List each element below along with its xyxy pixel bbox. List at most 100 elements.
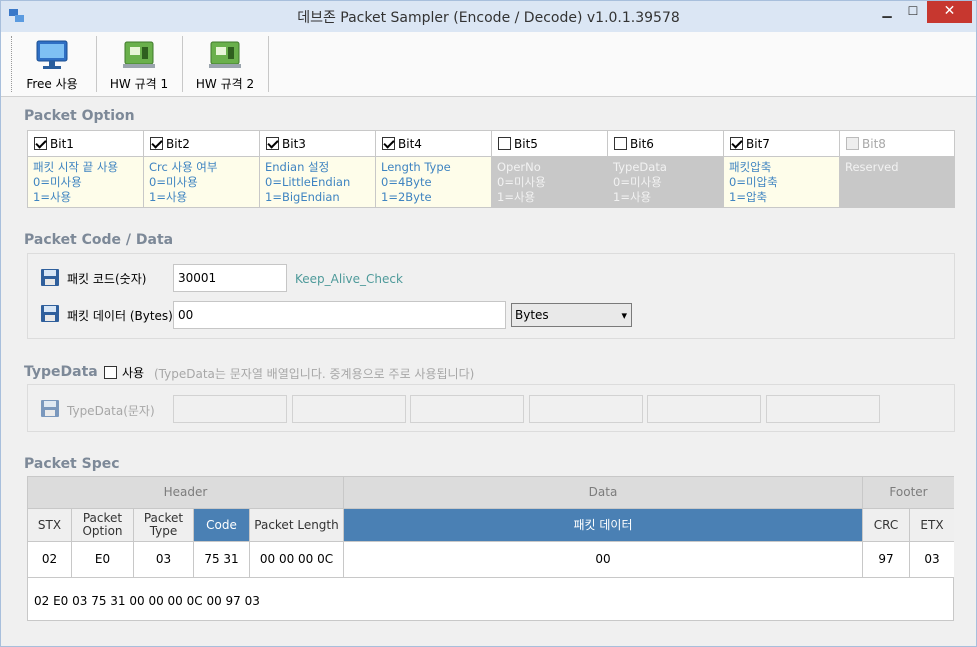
data-value: 00 <box>344 542 863 578</box>
bit7-column: Bit7 패킷압축 0=미압축 1=압축 <box>724 131 840 207</box>
typedata-hint: (TypeData는 문자열 배열입니다. 중계용으로 주로 사용됩니다) <box>154 367 475 381</box>
bit3-checkbox[interactable]: Bit3 <box>260 131 375 157</box>
code-data-panel: 패킷 코드(숫자) 30001 Keep_Alive_Check 패킷 데이터 … <box>27 253 955 339</box>
typedata-title: TypeData <box>24 364 98 380</box>
option-value: E0 <box>72 542 134 578</box>
bit3-column: Bit3 Endian 설정 0=LittleEndian 1=BigEndian <box>260 131 376 207</box>
bit5-description: OperNo 0=미사용 1=사용 <box>492 157 607 207</box>
stx-value: 02 <box>28 542 72 578</box>
checkbox-checked[interactable] <box>730 137 743 150</box>
type-value: 03 <box>134 542 194 578</box>
packet-data-label: 패킷 데이터 (Bytes) <box>67 309 173 323</box>
hardware-board-icon <box>209 41 241 68</box>
bit1-column: Bit1 패킷 시작 끝 사용 0=미사용 1=사용 <box>28 131 144 207</box>
hw-spec-2-label: HW 규격 2 <box>195 77 255 91</box>
bit4-description: Length Type 0=4Byte 1=2Byte <box>376 157 491 207</box>
header-group: Header <box>28 477 344 509</box>
hardware-board-icon <box>123 41 155 68</box>
typedata-field-5[interactable] <box>647 395 761 423</box>
toolbar-separator <box>96 36 97 92</box>
save-icon <box>41 305 59 322</box>
bit8-checkbox: Bit8 <box>840 131 954 157</box>
free-use-button[interactable]: Free 사용 <box>19 36 85 94</box>
code-value: 75 31 <box>194 542 250 578</box>
packet-spec-title: Packet Spec <box>24 456 120 472</box>
toolbar-separator <box>268 36 269 92</box>
bit7-checkbox[interactable]: Bit7 <box>724 131 839 157</box>
bit2-column: Bit2 Crc 사용 여부 0=미사용 1=사용 <box>144 131 260 207</box>
packet-option-title: Packet Option <box>24 108 135 124</box>
bit5-checkbox[interactable]: Bit5 <box>492 131 607 157</box>
packet-option-grid: Bit1 패킷 시작 끝 사용 0=미사용 1=사용 Bit2 Crc 사용 여부 0… <box>27 130 955 208</box>
packet-code-label: 패킷 코드(숫자) <box>67 272 147 286</box>
data-format-select[interactable]: Bytes ▾ <box>511 303 632 327</box>
bit4-checkbox[interactable]: Bit4 <box>376 131 491 157</box>
data-column-header: 패킷 데이터 <box>344 509 863 542</box>
bit1-checkbox[interactable]: Bit1 <box>28 131 143 157</box>
toolbar: Free 사용 HW 규격 1 HW 규격 2 <box>1 32 976 97</box>
hw-spec-2-button[interactable]: HW 규격 2 <box>187 36 263 94</box>
save-icon <box>41 400 59 417</box>
typedata-panel: TypeData(문자) <box>27 384 955 432</box>
free-use-label: Free 사용 <box>26 77 78 91</box>
window-title: 데브존 Packet Sampler (Encode / Decode) v1.… <box>297 10 680 26</box>
raw-packet-bytes: 02 E0 03 75 31 00 00 00 0C 00 97 03 <box>34 594 260 608</box>
stx-column-header: STX <box>28 509 72 542</box>
typedata-field-6[interactable] <box>766 395 880 423</box>
bit4-column: Bit4 Length Type 0=4Byte 1=2Byte <box>376 131 492 207</box>
data-group: Data <box>344 477 863 509</box>
close-button[interactable]: ✕ <box>927 1 972 23</box>
code-column-header: Code <box>194 509 250 542</box>
bit6-column: Bit6 TypeData 0=미사용 1=사용 <box>608 131 724 207</box>
checkbox-checked[interactable] <box>266 137 279 150</box>
minimize-button[interactable]: ▁ <box>874 1 900 23</box>
bit3-description: Endian 설정 0=LittleEndian 1=BigEndian <box>260 157 375 207</box>
bit7-description: 패킷압축 0=미압축 1=압축 <box>724 157 839 207</box>
hw-spec-1-button[interactable]: HW 규격 1 <box>101 36 177 94</box>
hw-spec-1-label: HW 규격 1 <box>109 77 169 91</box>
checkbox-unchecked[interactable] <box>498 137 511 150</box>
bit6-description: TypeData 0=미사용 1=사용 <box>608 157 723 207</box>
typedata-field-3[interactable] <box>410 395 524 423</box>
toolbar-grip[interactable] <box>11 36 14 92</box>
bit8-column: Bit8 Reserved <box>840 131 954 207</box>
title-bar[interactable]: 데브존 Packet Sampler (Encode / Decode) v1.… <box>1 1 976 32</box>
typedata-use-checkbox[interactable] <box>104 366 117 379</box>
typedata-use-label: 사용 <box>122 366 145 380</box>
main-window: 데브존 Packet Sampler (Encode / Decode) v1.… <box>0 0 977 647</box>
crc-column-header: CRC <box>863 509 910 542</box>
bit8-description: Reserved <box>840 157 954 207</box>
checkbox-disabled <box>846 137 859 150</box>
option-column-header: Packet Option <box>72 509 134 542</box>
bit2-description: Crc 사용 여부 0=미사용 1=사용 <box>144 157 259 207</box>
length-value: 00 00 00 0C <box>250 542 344 578</box>
length-column-header: Packet Length <box>250 509 344 542</box>
packet-spec-table: Header Data Footer STX Packet Option Pac… <box>27 476 954 621</box>
type-column-header: Packet Type <box>134 509 194 542</box>
typedata-field-label: TypeData(문자) <box>67 404 155 418</box>
maximize-button[interactable]: ☐ <box>900 1 926 23</box>
checkbox-checked[interactable] <box>150 137 163 150</box>
code-data-title: Packet Code / Data <box>24 232 174 248</box>
checkbox-checked[interactable] <box>382 137 395 150</box>
save-icon <box>41 269 59 286</box>
bit2-checkbox[interactable]: Bit2 <box>144 131 259 157</box>
monitor-icon <box>36 40 68 69</box>
checkbox-checked[interactable] <box>34 137 47 150</box>
bit6-checkbox[interactable]: Bit6 <box>608 131 723 157</box>
packet-code-name: Keep_Alive_Check <box>295 272 403 286</box>
typedata-field-1[interactable] <box>173 395 287 423</box>
etx-column-header: ETX <box>910 509 954 542</box>
crc-value: 97 <box>863 542 910 578</box>
toolbar-separator <box>182 36 183 92</box>
etx-value: 03 <box>910 542 954 578</box>
checkbox-unchecked[interactable] <box>614 137 627 150</box>
packet-data-input[interactable]: 00 <box>173 301 506 329</box>
bit5-column: Bit5 OperNo 0=미사용 1=사용 <box>492 131 608 207</box>
typedata-field-4[interactable] <box>529 395 643 423</box>
packet-code-input[interactable]: 30001 <box>173 264 287 292</box>
typedata-field-2[interactable] <box>292 395 406 423</box>
chevron-down-icon: ▾ <box>621 309 627 322</box>
footer-group: Footer <box>863 477 954 509</box>
bit1-description: 패킷 시작 끝 사용 0=미사용 1=사용 <box>28 157 143 207</box>
